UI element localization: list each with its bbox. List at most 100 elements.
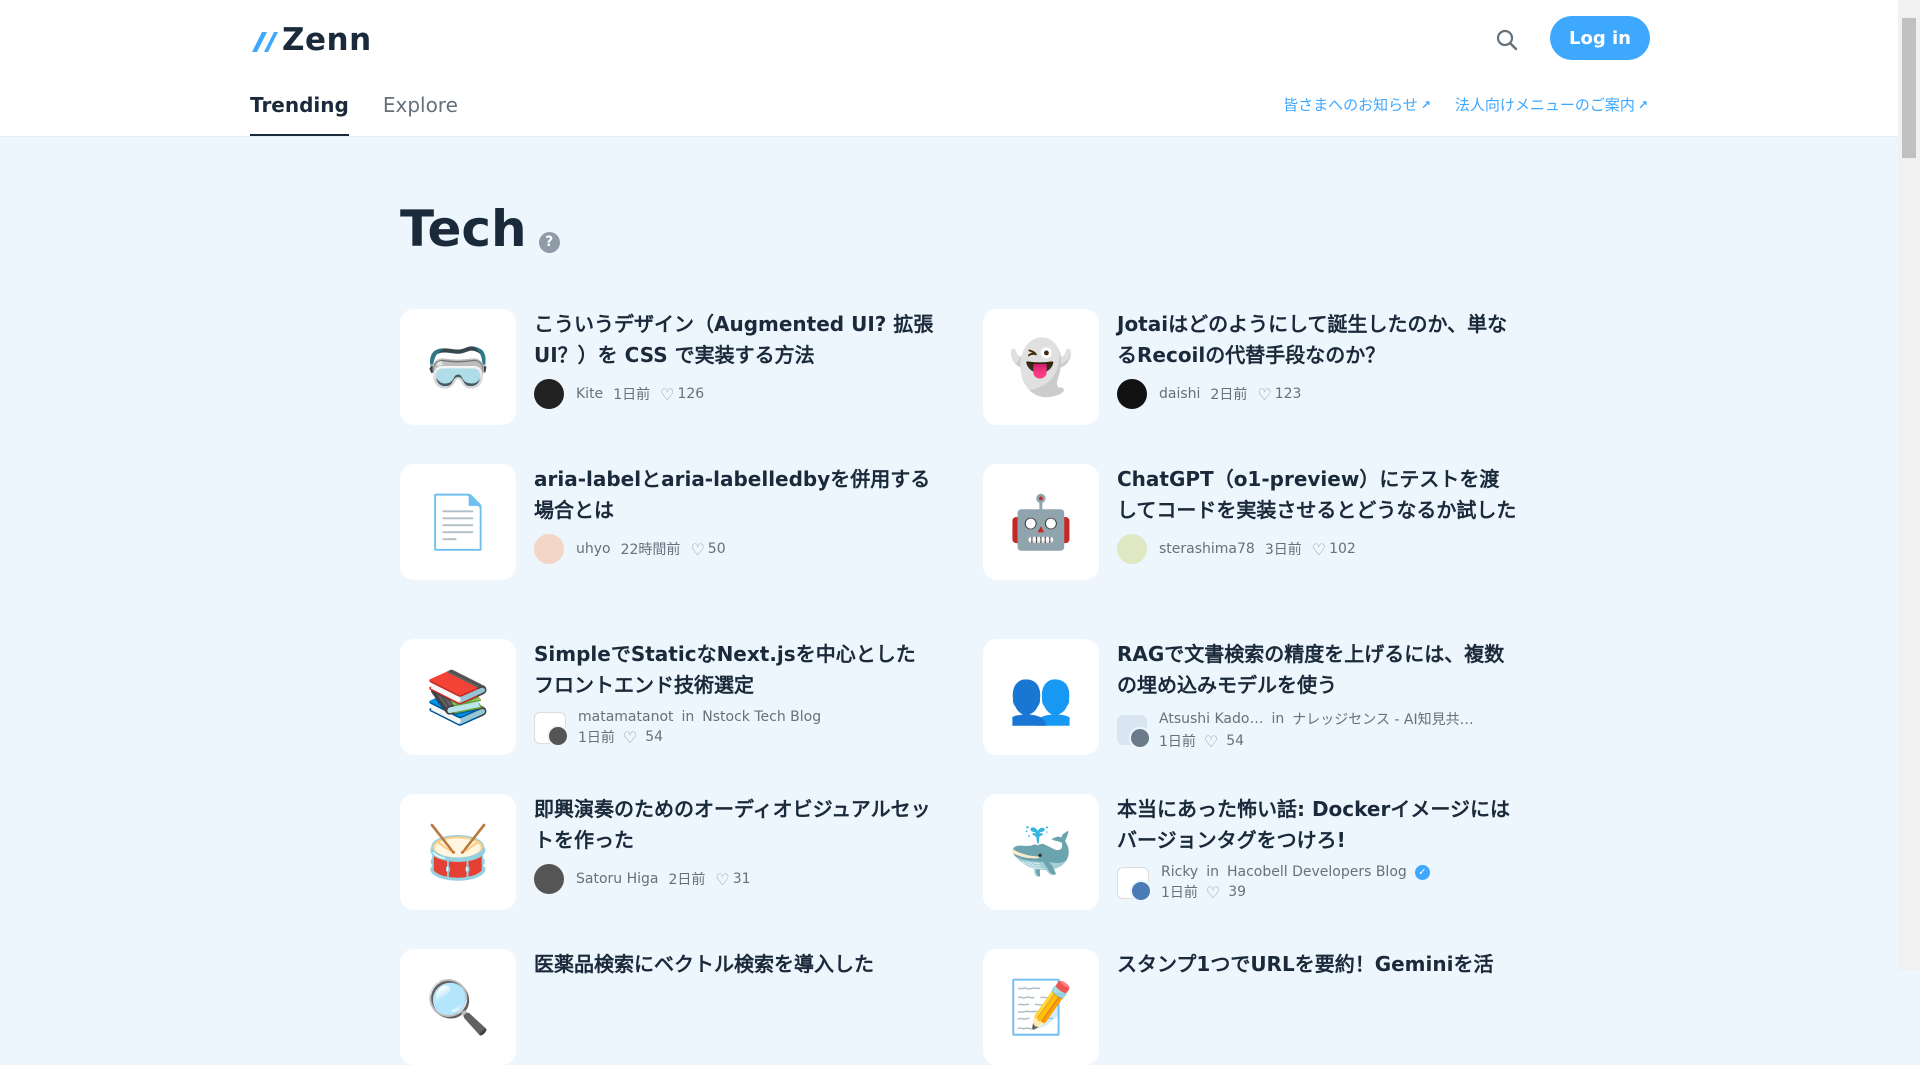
heart-icon: ♡ <box>660 384 675 404</box>
article-emoji[interactable]: 👻 <box>983 309 1099 425</box>
likes-count: 123 <box>1274 386 1302 402</box>
business-menu-link[interactable]: 法人向けメニューのご案内 ↗ <box>1455 94 1648 115</box>
heart-icon: ♡ <box>622 727 638 747</box>
article-emoji[interactable]: 🔍 <box>400 949 516 1065</box>
avatar[interactable] <box>534 379 564 409</box>
article-card: 🤖 ChatGPT（o1-preview）にテストを渡してコードを実装させるとど… <box>983 464 1517 580</box>
announcements-link-label: 皆さまへのお知らせ <box>1283 96 1418 114</box>
author-name[interactable]: uhyo <box>576 541 611 557</box>
article-title[interactable]: RAGで文書検索の精度を上げるには、複数の埋め込みモデルを使う <box>1117 639 1517 701</box>
article-card: 📄 aria-labelとaria-labelledbyを併用する場合とは uh… <box>400 464 934 580</box>
published-time: 1日前 <box>613 387 651 403</box>
likes-count: 31 <box>732 871 751 887</box>
section-title-text: Tech <box>400 200 527 258</box>
article-emoji[interactable]: 🐳 <box>983 794 1099 910</box>
article-title[interactable]: Jotaiはどのようにして誕生したのか、単なるRecoilの代替手段なのか？ <box>1117 309 1517 371</box>
site-header: Zenn Log in Trending Explore 皆さまへのお知らせ ↗… <box>0 0 1898 137</box>
publication-avatar[interactable] <box>1117 715 1151 749</box>
scrollbar-thumb[interactable] <box>1902 18 1916 158</box>
article-title[interactable]: ChatGPT（o1-preview）にテストを渡してコードを実装させるとどうな… <box>1117 464 1517 526</box>
article-card: 👻 Jotaiはどのようにして誕生したのか、単なるRecoilの代替手段なのか？… <box>983 309 1517 425</box>
author-avatar[interactable] <box>1130 880 1152 902</box>
publication-avatar[interactable] <box>534 712 569 747</box>
article-emoji[interactable]: 📄 <box>400 464 516 580</box>
zenn-logo-icon <box>252 32 278 52</box>
heart-icon: ♡ <box>1203 731 1219 751</box>
external-link-icon: ↗ <box>1637 97 1648 112</box>
page-scrollbar[interactable] <box>1898 0 1920 970</box>
publication-name[interactable]: Nstock Tech Blog <box>702 709 821 725</box>
article-title[interactable]: こういうデザイン（Augmented UI? 拡張 UI？）を CSS で実装す… <box>534 309 934 371</box>
published-time: 1日前 <box>578 730 615 746</box>
article-title[interactable]: スタンプ1つでURLを要約！Geminiを活 <box>1117 949 1517 980</box>
verified-badge-icon: ✓ <box>1414 864 1430 880</box>
article-emoji[interactable]: 📚 <box>400 639 516 755</box>
article-card: 👥 RAGで文書検索の精度を上げるには、複数の埋め込みモデルを使う Atsush… <box>983 639 1517 755</box>
likes-count: 39 <box>1228 884 1247 900</box>
likes-count: 54 <box>1226 733 1245 749</box>
tab-trending[interactable]: Trending <box>250 90 349 136</box>
tab-explore[interactable]: Explore <box>383 90 458 134</box>
published-time: 2日前 <box>668 872 706 888</box>
avatar[interactable] <box>534 864 564 894</box>
article-emoji[interactable]: 🥽 <box>400 309 516 425</box>
article-emoji[interactable]: 📝 <box>983 949 1099 1065</box>
login-button[interactable]: Log in <box>1550 16 1650 60</box>
avatar[interactable] <box>1117 379 1147 409</box>
heart-icon: ♡ <box>1311 539 1327 559</box>
nav-tabs: Trending Explore <box>250 90 458 136</box>
heart-icon: ♡ <box>690 539 705 559</box>
article-card: 🐳 本当にあった怖い話: Dockerイメージにはバージョンタグをつけろ! Ri… <box>983 794 1517 910</box>
author-name[interactable]: matamatanot <box>578 709 674 725</box>
publication-avatar[interactable] <box>1117 867 1152 902</box>
published-time: 22時間前 <box>620 542 681 558</box>
heart-icon: ♡ <box>1205 882 1221 902</box>
author-name[interactable]: sterashima78 <box>1159 541 1255 557</box>
announcements-link[interactable]: 皆さまへのお知らせ ↗ <box>1283 94 1431 115</box>
published-time: 1日前 <box>1159 734 1196 750</box>
article-emoji[interactable]: 🤖 <box>983 464 1099 580</box>
search-icon <box>1496 29 1518 51</box>
likes-count: 126 <box>677 386 705 402</box>
heart-icon: ♡ <box>1257 384 1272 404</box>
in-label: in <box>1206 864 1219 880</box>
zenn-logo[interactable]: Zenn <box>250 22 372 58</box>
author-name[interactable]: Satoru Higa <box>576 871 658 887</box>
header-links: 皆さまへのお知らせ ↗ 法人向けメニューのご案内 ↗ <box>1283 94 1648 115</box>
article-card: 🔍 医薬品検索にベクトル検索を導入した <box>400 949 934 1065</box>
author-avatar[interactable] <box>1129 727 1151 749</box>
avatar[interactable] <box>534 534 564 564</box>
published-time: 2日前 <box>1210 387 1248 403</box>
article-title[interactable]: 本当にあった怖い話: Dockerイメージにはバージョンタグをつけろ! <box>1117 794 1517 856</box>
likes-count: 54 <box>645 729 664 745</box>
published-time: 3日前 <box>1264 542 1302 558</box>
article-title[interactable]: 医薬品検索にベクトル検索を導入した <box>534 949 934 980</box>
article-emoji[interactable]: 🥁 <box>400 794 516 910</box>
article-title[interactable]: aria-labelとaria-labelledbyを併用する場合とは <box>534 464 934 526</box>
author-name[interactable]: Atsushi Kado… <box>1159 711 1263 727</box>
author-name[interactable]: Kite <box>576 386 603 402</box>
help-icon[interactable]: ? <box>538 231 560 253</box>
search-button[interactable] <box>1492 25 1522 55</box>
likes-count: 102 <box>1329 541 1356 557</box>
article-title[interactable]: 即興演奏のためのオーディオビジュアルセットを作った <box>534 794 934 856</box>
article-title[interactable]: SimpleでStaticなNext.jsを中心としたフロントエンド技術選定 <box>534 639 934 701</box>
publication-name[interactable]: ナレッジセンス - AI知見共… <box>1292 709 1473 729</box>
article-card: 📚 SimpleでStaticなNext.jsを中心としたフロントエンド技術選定… <box>400 639 934 755</box>
author-name[interactable]: daishi <box>1159 386 1200 402</box>
business-menu-link-label: 法人向けメニューのご案内 <box>1454 96 1635 114</box>
external-link-icon: ↗ <box>1420 97 1431 112</box>
avatar[interactable] <box>1117 534 1147 564</box>
section-title: Tech ? <box>400 200 560 258</box>
article-emoji[interactable]: 👥 <box>983 639 1099 755</box>
in-label: in <box>681 709 695 725</box>
author-name[interactable]: Ricky <box>1161 864 1198 880</box>
publication-name[interactable]: Hacobell Developers Blog <box>1227 864 1407 880</box>
published-time: 1日前 <box>1161 885 1198 901</box>
in-label: in <box>1271 711 1285 727</box>
logo-text: Zenn <box>282 22 372 58</box>
article-card: 🥽 こういうデザイン（Augmented UI? 拡張 UI？）を CSS で実… <box>400 309 934 425</box>
author-avatar[interactable] <box>547 725 569 747</box>
article-card: 📝 スタンプ1つでURLを要約！Geminiを活 <box>983 949 1517 1065</box>
heart-icon: ♡ <box>715 869 730 889</box>
